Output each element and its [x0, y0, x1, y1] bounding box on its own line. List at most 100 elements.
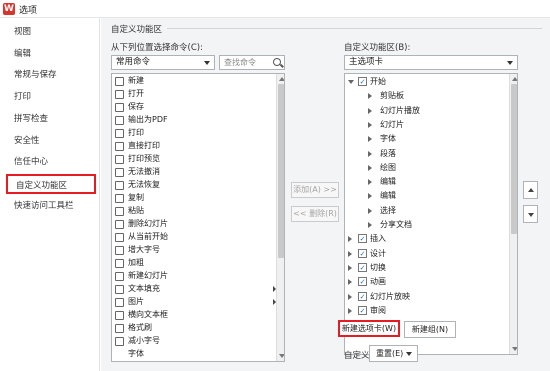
expand-arrow-icon[interactable]: [348, 236, 352, 243]
expand-arrow-icon[interactable]: [368, 136, 372, 143]
list-item[interactable]: 格式刷: [112, 322, 280, 335]
command-source-select[interactable]: 常用命令: [111, 55, 215, 70]
list-item[interactable]: 减小字号: [112, 335, 280, 348]
expand-arrow-icon[interactable]: [368, 179, 372, 186]
sidebar-item-edit[interactable]: 编辑: [0, 44, 100, 64]
sidebar-item-security[interactable]: 安全性: [0, 131, 100, 151]
expand-arrow-icon[interactable]: [368, 150, 372, 157]
list-item[interactable]: 打印: [112, 127, 280, 140]
list-item[interactable]: 字体: [112, 348, 280, 361]
scrollbar-thumb[interactable]: [511, 84, 517, 234]
expand-arrow-icon[interactable]: [348, 250, 352, 257]
scroll-up-arrow-icon[interactable]: [279, 77, 284, 81]
expand-arrow-icon[interactable]: [368, 222, 372, 228]
add-button[interactable]: 添加(A) >>: [291, 182, 339, 198]
scroll-down-arrow-icon[interactable]: [512, 347, 517, 351]
list-item[interactable]: 从当前开始: [112, 231, 280, 244]
tree-tab-item[interactable]: ✓ 开始: [348, 75, 488, 89]
expand-arrow-icon[interactable]: [368, 93, 372, 100]
sidebar-item-customize-ribbon[interactable]: 自定义功能区: [6, 173, 96, 194]
expand-arrow-icon[interactable]: [348, 264, 352, 271]
direct-print-icon: [115, 142, 124, 151]
scrollbar-thumb[interactable]: [278, 84, 284, 258]
tab-checkbox[interactable]: ✓: [358, 77, 367, 86]
expand-arrow-icon[interactable]: [348, 279, 352, 286]
reset-dropdown-button[interactable]: 重置(E): [369, 345, 418, 362]
tree-group-item[interactable]: 绘图: [358, 161, 498, 175]
tree-tab-item[interactable]: ✓ 切换: [348, 261, 488, 275]
sidebar-item-general-save[interactable]: 常规与保存: [0, 65, 100, 85]
tree-tab-item[interactable]: ✓ 插入: [348, 232, 488, 246]
tree-group-item[interactable]: 段落: [358, 147, 498, 161]
tree-group-item[interactable]: 幻灯片: [358, 118, 498, 132]
list-item[interactable]: 复制: [112, 192, 280, 205]
ribbon-tree-scrollbar[interactable]: [509, 74, 517, 354]
sidebar-item-trust-center[interactable]: 信任中心: [0, 152, 100, 172]
tab-checkbox[interactable]: ✓: [358, 305, 367, 315]
expand-arrow-icon[interactable]: [348, 307, 352, 314]
list-item[interactable]: 粘贴: [112, 205, 280, 218]
sidebar-item-view[interactable]: 视图: [0, 22, 100, 42]
command-label: 格式刷: [128, 323, 152, 332]
collapse-arrow-icon[interactable]: [348, 80, 354, 84]
tree-tab-item[interactable]: ✓ 幻灯片放映: [348, 290, 488, 304]
expand-arrow-icon[interactable]: [368, 121, 372, 128]
command-list-scrollbar[interactable]: [276, 74, 284, 361]
command-list[interactable]: 字体 减小字号 格式刷 横向文本框 图片 文本填充 新建幻灯片 加粗 增大字号 从当前开始 删除幻灯…: [111, 73, 285, 362]
list-item[interactable]: 打开: [112, 88, 280, 101]
list-item[interactable]: 无法恢复: [112, 179, 280, 192]
tree-group-item[interactable]: 字体: [358, 132, 498, 146]
tab-checkbox[interactable]: ✓: [358, 291, 367, 301]
tab-checkbox[interactable]: ✓: [358, 234, 367, 244]
tree-group-item[interactable]: 剪贴板: [358, 89, 498, 103]
tree-group-item[interactable]: 编辑: [358, 175, 498, 189]
list-item[interactable]: 增大字号: [112, 244, 280, 257]
reset-label: 重置(E): [376, 349, 404, 358]
list-item[interactable]: 新建幻灯片: [112, 270, 280, 283]
tree-tab-item[interactable]: ✓ 动画: [348, 275, 488, 289]
move-up-button[interactable]: [523, 181, 538, 199]
list-item[interactable]: 删除幻灯片: [112, 218, 280, 231]
ribbon-tab-select[interactable]: 主选项卡: [344, 55, 518, 70]
command-label: 加粗: [128, 258, 144, 267]
new-group-button[interactable]: 新建组(N): [404, 321, 456, 338]
expand-arrow-icon[interactable]: [368, 193, 372, 200]
tab-checkbox[interactable]: ✓: [358, 262, 367, 272]
new-tab-button[interactable]: 新建选项卡(W): [338, 320, 400, 337]
search-input[interactable]: 查找命令: [219, 55, 285, 70]
scroll-down-arrow-icon[interactable]: [279, 354, 284, 358]
list-item[interactable]: 输出为PDF: [112, 114, 280, 127]
list-item[interactable]: 打印预览: [112, 153, 280, 166]
list-item[interactable]: 文本填充: [112, 283, 280, 296]
tree-tab-item[interactable]: ✓ 审阅: [348, 304, 488, 318]
sidebar-item-print[interactable]: 打印: [0, 87, 100, 107]
tree-item-label: 字体: [380, 134, 396, 144]
list-item[interactable]: 新建: [112, 75, 280, 88]
tree-tab-item[interactable]: ✓ 设计: [348, 247, 488, 261]
list-item[interactable]: 横向文本框: [112, 309, 280, 322]
tree-group-item[interactable]: 编辑: [358, 189, 498, 203]
expand-arrow-icon[interactable]: [368, 164, 372, 171]
list-item[interactable]: 加粗: [112, 257, 280, 270]
list-item[interactable]: 保存: [112, 101, 280, 114]
tree-group-item[interactable]: 选择: [358, 204, 498, 218]
list-item[interactable]: 直接打印: [112, 140, 280, 153]
tree-item-label: 设计: [370, 248, 386, 258]
sidebar-item-spellcheck[interactable]: 拼写检查: [0, 109, 100, 129]
tree-group-item[interactable]: 分享文档: [358, 218, 498, 232]
list-item[interactable]: 无法撤消: [112, 166, 280, 179]
move-down-button[interactable]: [523, 205, 538, 223]
list-item[interactable]: 图片: [112, 296, 280, 309]
expand-arrow-icon[interactable]: [368, 107, 372, 114]
section-divider: [167, 28, 542, 29]
tab-checkbox[interactable]: ✓: [358, 277, 367, 287]
expand-arrow-icon[interactable]: [348, 293, 352, 300]
expand-arrow-icon[interactable]: [368, 207, 372, 214]
sidebar-item-quick-access[interactable]: 快速访问工具栏: [0, 196, 100, 216]
remove-button[interactable]: << 删除(R): [291, 206, 339, 222]
tree-group-item[interactable]: 幻灯片播放: [358, 104, 498, 118]
copy-icon: [115, 194, 124, 203]
tab-checkbox[interactable]: ✓: [358, 248, 367, 258]
ribbon-tree[interactable]: ✓ 审阅 ✓ 幻灯片放映 ✓ 动画 ✓ 切换 ✓ 设计 ✓ 插入 分享文档 选择 编辑 编辑 绘图 段落 字体 幻灯片…: [344, 73, 518, 355]
scroll-up-arrow-icon[interactable]: [512, 77, 517, 81]
